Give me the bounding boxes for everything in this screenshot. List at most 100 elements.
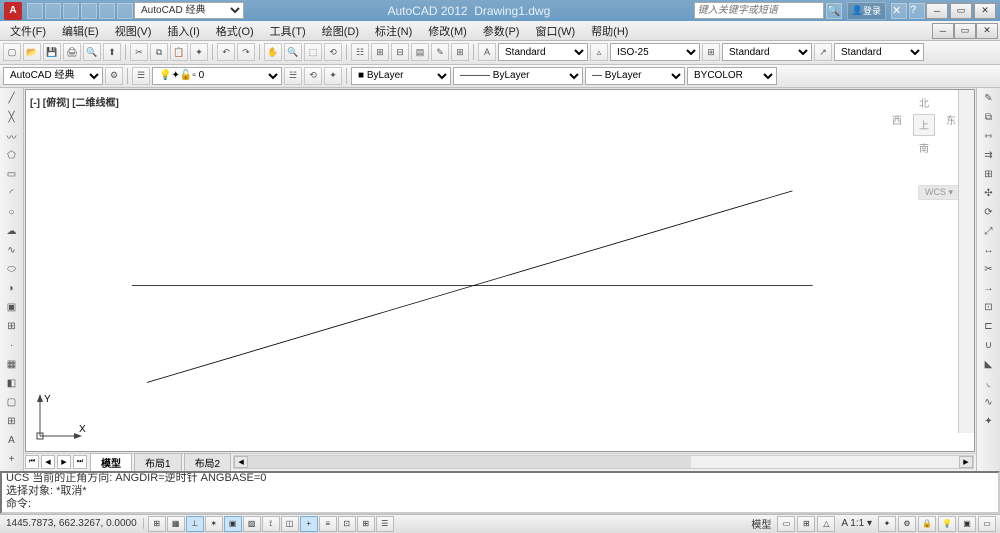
polygon-icon[interactable]: ⬠ [3,147,21,165]
blend-icon[interactable]: ∿ [980,394,998,412]
layer-state-icon[interactable]: ☱ [284,67,302,85]
app-icon[interactable]: A [4,2,22,20]
doc-minimize[interactable]: ─ [932,23,954,39]
properties-icon[interactable]: ☷ [351,43,369,61]
markup-icon[interactable]: ✎ [431,43,449,61]
osnap-icon[interactable]: ▣ [224,516,242,532]
ellipse-arc-icon[interactable]: ◗ [3,280,21,298]
gradient-icon[interactable]: ◧ [3,375,21,393]
scale-icon[interactable]: ⤢ [980,223,998,241]
doc-restore[interactable]: ▭ [954,23,976,39]
vertical-scrollbar[interactable] [958,90,974,433]
menu-modify[interactable]: 修改(M) [420,21,475,41]
tool-palettes-icon[interactable]: ⊟ [391,43,409,61]
break-icon[interactable]: ⊏ [980,318,998,336]
close-button[interactable]: ✕ [974,3,996,19]
help-search-input[interactable] [694,2,824,19]
menu-view[interactable]: 视图(V) [107,21,160,41]
command-window[interactable]: UCS 当前的正角方向: ANGDIR=逆时针 ANGBASE=0 选择对象: … [0,471,1000,514]
hscroll-right[interactable]: ▶ [959,456,973,468]
login-button[interactable]: 👤 登录 [847,2,886,20]
zoom-previous-icon[interactable]: ⟲ [324,43,342,61]
trim-icon[interactable]: ✂ [980,261,998,279]
dyn-icon[interactable]: + [300,516,318,532]
wcs-badge[interactable]: WCS ▾ [918,185,960,200]
menu-window[interactable]: 窗口(W) [527,21,583,41]
save-icon[interactable]: 💾 [43,43,61,61]
tpy-icon[interactable]: ⊡ [338,516,356,532]
workspace-dropdown[interactable]: AutoCAD 经典 [134,2,244,19]
status-annoscale[interactable]: A 1:1 ▾ [837,518,876,529]
revision-cloud-icon[interactable]: ☁ [3,223,21,241]
menu-parametric[interactable]: 参数(P) [475,21,528,41]
design-center-icon[interactable]: ⊞ [371,43,389,61]
status-ws-icon[interactable]: ⚙ [898,516,916,532]
status-annovis-icon[interactable]: ✦ [878,516,896,532]
mtext-icon[interactable]: A [3,432,21,450]
layer-manager-icon[interactable]: ☰ [132,67,150,85]
break-point-icon[interactable]: ⊡ [980,299,998,317]
ortho-icon[interactable]: ⊥ [186,516,204,532]
polar-icon[interactable]: ✶ [205,516,223,532]
chamfer-icon[interactable]: ◣ [980,356,998,374]
match-icon[interactable]: ✦ [190,43,208,61]
hscroll-left[interactable]: ◀ [234,456,248,468]
linetype-select[interactable]: ——— ByLayer [453,67,583,85]
menu-tools[interactable]: 工具(T) [262,21,314,41]
lineweight-select[interactable]: — ByLayer [585,67,685,85]
table-icon[interactable]: ⊞ [3,413,21,431]
arc-icon[interactable]: ◜ [3,185,21,203]
dim-style-icon[interactable]: ▵ [590,43,608,61]
status-clean-icon[interactable]: ▭ [978,516,996,532]
join-icon[interactable]: ∪ [980,337,998,355]
table-style-select[interactable]: Standard [722,43,812,61]
text-style-icon[interactable]: A [478,43,496,61]
erase-icon[interactable]: ✎ [980,90,998,108]
text-style-select[interactable]: Standard [498,43,588,61]
qp-icon[interactable]: ⊞ [357,516,375,532]
ellipse-icon[interactable]: ⬭ [3,261,21,279]
table-style-icon[interactable]: ⊞ [702,43,720,61]
preview-icon[interactable]: 🔍 [83,43,101,61]
maximize-button[interactable]: ▭ [950,3,972,19]
cut-icon[interactable]: ✂ [130,43,148,61]
dim-style-select[interactable]: ISO-25 [610,43,700,61]
point-icon[interactable]: · [3,337,21,355]
workspace-gear-icon[interactable]: ⚙ [105,67,123,85]
add-selected-icon[interactable]: + [3,451,21,469]
region-icon[interactable]: ▢ [3,394,21,412]
fillet-icon[interactable]: ◟ [980,375,998,393]
viewcube-south[interactable]: 南 [884,140,964,155]
workspace-select[interactable]: AutoCAD 经典 [3,67,103,85]
rectangle-icon[interactable]: ▭ [3,166,21,184]
hatch-icon[interactable]: ▦ [3,356,21,374]
paste-icon[interactable]: 📋 [170,43,188,61]
command-prompt[interactable]: 命令: [6,498,994,511]
coordinates[interactable]: 1445.7873, 662.3267, 0.0000 [0,518,144,529]
layer-select[interactable]: 💡✦🔓▫ 0 [152,67,282,85]
mleader-style-icon[interactable]: ↗ [814,43,832,61]
horizontal-scrollbar[interactable]: ◀ ▶ [233,455,974,469]
line-icon[interactable]: ╱ [3,90,21,108]
menu-draw[interactable]: 绘图(D) [314,21,367,41]
exchange-icon[interactable]: ✕ [891,3,907,19]
grid-icon[interactable]: ▦ [167,516,185,532]
qat-open[interactable] [45,3,61,19]
viewcube-east[interactable]: 东 [946,112,956,138]
menu-dimension[interactable]: 标注(N) [367,21,420,41]
qat-new[interactable] [27,3,43,19]
offset-icon[interactable]: ⇉ [980,147,998,165]
minimize-button[interactable]: ─ [926,3,948,19]
polyline-icon[interactable]: 〰 [3,128,21,146]
insert-block-icon[interactable]: ▣ [3,299,21,317]
calc-icon[interactable]: ⊞ [451,43,469,61]
print-icon[interactable]: 🖨 [63,43,81,61]
spline-icon[interactable]: ∿ [3,242,21,260]
zoom-window-icon[interactable]: ⬚ [304,43,322,61]
viewcube[interactable]: 北 西 上 东 南 [884,95,964,155]
otrack-icon[interactable]: ⟟ [262,516,280,532]
array-icon[interactable]: ⊞ [980,166,998,184]
status-model[interactable]: 模型 [747,516,775,531]
menu-insert[interactable]: 插入(I) [159,21,207,41]
layer-prev-icon[interactable]: ⟲ [304,67,322,85]
